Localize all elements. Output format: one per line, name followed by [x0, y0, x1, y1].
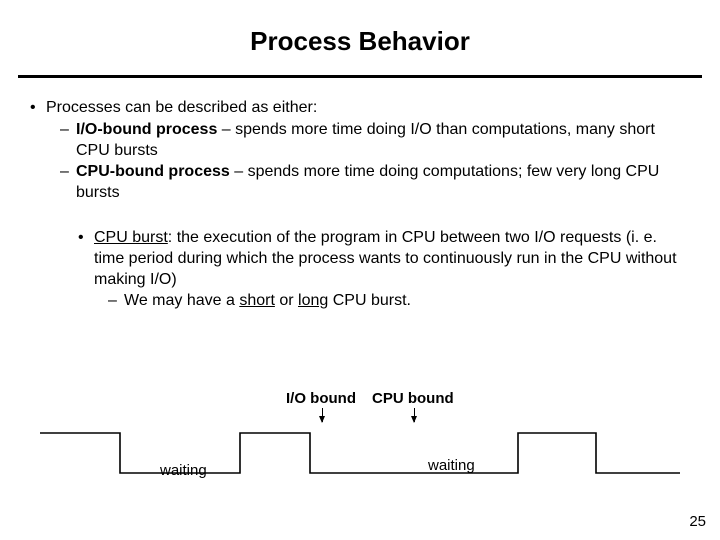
label-waiting-1: waiting — [160, 462, 207, 479]
arrow-down-icon — [322, 408, 323, 422]
label-io-bound: I/O bound — [286, 390, 356, 407]
burst-diagram: waiting waiting — [40, 425, 680, 485]
io-bound-term: I/O-bound process — [76, 121, 217, 138]
bullet-level1: Processes can be described as either: — [30, 98, 690, 119]
may-short: short — [239, 292, 275, 309]
burst-waveform-icon — [40, 425, 680, 485]
bullet-io-bound: I/O-bound process – spends more time doi… — [30, 120, 690, 162]
may-mid: or — [275, 292, 298, 309]
label-waiting-2: waiting — [428, 457, 475, 474]
cpu-burst-term: CPU burst — [94, 229, 168, 246]
slide-title: Process Behavior — [0, 0, 720, 75]
cpu-burst-desc: : the execution of the program in CPU be… — [94, 229, 677, 288]
may-long: long — [298, 292, 328, 309]
may-post: CPU burst. — [328, 292, 411, 309]
bullet-cpu-burst: CPU burst: the execution of the program … — [30, 228, 690, 290]
label-cpu-bound: CPU bound — [372, 390, 454, 407]
bullet-cpu-bound: CPU-bound process – spends more time doi… — [30, 162, 690, 204]
page-number: 25 — [689, 513, 706, 530]
cpu-bound-term: CPU-bound process — [76, 163, 230, 180]
may-pre: We may have a — [124, 292, 239, 309]
slide-body: Processes can be described as either: I/… — [0, 78, 720, 312]
arrow-down-icon — [414, 408, 415, 422]
bullet-short-long: We may have a short or long CPU burst. — [30, 291, 690, 312]
